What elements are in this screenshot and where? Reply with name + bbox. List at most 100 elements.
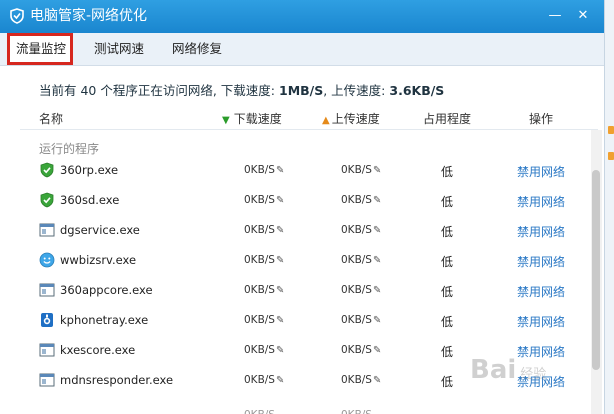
download-speed: 0KB/S✎ [244, 374, 284, 386]
tab-traffic-monitor[interactable]: 流量监控 [7, 33, 73, 65]
upload-speed: 0KB/S [341, 409, 372, 414]
column-header-usage[interactable]: 占用程度 [423, 110, 471, 127]
pencil-icon[interactable]: ✎ [276, 255, 284, 266]
pencil-icon[interactable]: ✎ [276, 195, 284, 206]
download-speed: 0KB/S✎ [244, 254, 284, 266]
upload-speed: 0KB/S✎ [341, 254, 381, 266]
watermark-brand: Bai [470, 355, 517, 385]
usage-level: 低 [441, 285, 454, 299]
process-name: 360appcore.exe [60, 283, 153, 297]
download-speed-value: 0KB/S [244, 314, 275, 326]
column-header-download[interactable]: ▼ 下载速度 [222, 110, 282, 127]
column-header-action: 操作 [529, 112, 554, 126]
pencil-icon[interactable]: ✎ [373, 375, 381, 386]
process-name: 360sd.exe [60, 193, 120, 207]
pencil-icon[interactable]: ✎ [373, 315, 381, 326]
pencil-icon[interactable]: ✎ [276, 225, 284, 236]
scrollbar[interactable] [591, 130, 602, 414]
table-row[interactable]: 360rp.exe 0KB/S✎ 0KB/S✎ 低禁用网络 [20, 155, 590, 185]
disable-network-link[interactable]: 禁用网络 [517, 163, 565, 180]
column-header-upload[interactable]: ▲ 上传速度 [322, 110, 380, 127]
pencil-icon[interactable]: ✎ [276, 315, 284, 326]
pencil-icon[interactable]: ✎ [276, 165, 284, 176]
upload-speed: 0KB/S✎ [341, 284, 381, 296]
blue-phone-icon [39, 312, 55, 328]
table-row[interactable]: wwbizsrv.exe 0KB/S✎ 0KB/S✎ 低禁用网络 [20, 245, 590, 275]
pencil-icon[interactable]: ✎ [276, 375, 284, 386]
upload-speed-value: 0KB/S [341, 374, 372, 386]
download-speed: 0KB/S✎ [244, 224, 284, 236]
download-speed-value: 0KB/S [244, 284, 275, 296]
upload-speed-value: 0KB/S [341, 284, 372, 296]
upload-speed: 0KB/S✎ [341, 194, 381, 206]
arrow-down-icon: ▼ [222, 115, 230, 126]
download-speed: 0KB/S✎ [244, 284, 284, 296]
usage-level: 低 [441, 255, 454, 269]
header-divider [20, 129, 598, 130]
download-speed: 0KB/S✎ [244, 314, 284, 326]
summary-middle: , 上传速度: [323, 83, 390, 98]
upload-speed: 0KB/S✎ [341, 224, 381, 236]
pencil-icon[interactable]: ✎ [373, 255, 381, 266]
table-row[interactable]: dgservice.exe 0KB/S✎ 0KB/S✎ 低禁用网络 [20, 215, 590, 245]
upload-speed-value: 0KB/S [341, 314, 372, 326]
window-icon [39, 222, 55, 238]
arrow-up-icon: ▲ [322, 115, 330, 126]
download-speed: 0KB/S✎ [244, 344, 284, 356]
process-name: wwbizsrv.exe [60, 253, 137, 267]
upload-speed-value: 0KB/S [341, 344, 372, 356]
download-speed-value: 0KB/S [244, 164, 275, 176]
pencil-icon[interactable]: ✎ [276, 285, 284, 296]
usage-level: 低 [441, 375, 454, 389]
tab-speed-test[interactable]: 测试网速 [94, 33, 144, 65]
download-speed: 0KB/S [244, 409, 275, 414]
download-speed-total: 1MB/S [279, 83, 324, 98]
disable-network-link[interactable]: 禁用网络 [517, 223, 565, 240]
table-row-partial[interactable]: 0KB/S 0KB/S [20, 400, 590, 414]
upload-speed: 0KB/S✎ [341, 374, 381, 386]
column-header-name[interactable]: 名称 [39, 110, 63, 127]
download-speed-value: 0KB/S [244, 224, 275, 236]
upload-speed: 0KB/S✎ [341, 344, 381, 356]
summary-prefix: 当前有 40 个程序正在访问网络, 下载速度: [39, 83, 279, 98]
pencil-icon[interactable]: ✎ [373, 165, 381, 176]
window-icon [39, 282, 55, 298]
process-name: kphonetray.exe [60, 313, 149, 327]
table-row[interactable]: 360appcore.exe 0KB/S✎ 0KB/S✎ 低禁用网络 [20, 275, 590, 305]
download-speed: 0KB/S✎ [244, 194, 284, 206]
column-header-download-label: 下载速度 [233, 112, 282, 126]
table-row[interactable]: kphonetray.exe 0KB/S✎ 0KB/S✎ 低禁用网络 [20, 305, 590, 335]
disable-network-link[interactable]: 禁用网络 [517, 193, 565, 210]
usage-level: 低 [441, 165, 454, 179]
pencil-icon[interactable]: ✎ [373, 225, 381, 236]
usage-level: 低 [441, 225, 454, 239]
usage-level: 低 [441, 195, 454, 209]
background-window-edge [604, 0, 614, 414]
pencil-icon[interactable]: ✎ [373, 285, 381, 296]
green-shield-icon [39, 192, 55, 208]
watermark-suffix: 经验 [520, 367, 547, 382]
download-speed-value: 0KB/S [244, 374, 275, 386]
pencil-icon[interactable]: ✎ [373, 345, 381, 356]
disable-network-link[interactable]: 禁用网络 [517, 253, 565, 270]
disable-network-link[interactable]: 禁用网络 [517, 313, 565, 330]
scrollbar-thumb[interactable] [592, 170, 600, 370]
network-optimizer-window: 电脑管家-网络优化 — ✕ 流量监控 测试网速 网络修复 当前有 40 个程序正… [0, 0, 604, 414]
pencil-icon[interactable]: ✎ [276, 345, 284, 356]
upload-speed-total: 3.6KB/S [389, 83, 445, 98]
tab-network-repair[interactable]: 网络修复 [172, 33, 222, 65]
baidu-watermark: Bai 经验 [470, 355, 546, 385]
usage-level: 低 [441, 345, 454, 359]
pencil-icon[interactable]: ✎ [373, 195, 381, 206]
disable-network-link[interactable]: 禁用网络 [517, 283, 565, 300]
shield-icon [10, 8, 24, 24]
close-button[interactable]: ✕ [573, 6, 593, 26]
window-icon [39, 342, 55, 358]
table-row[interactable]: 360sd.exe 0KB/S✎ 0KB/S✎ 低 禁用网络 [20, 185, 590, 215]
minimize-button[interactable]: — [545, 6, 565, 26]
green-shield-icon [39, 162, 55, 178]
window-icon [39, 372, 55, 388]
process-name: dgservice.exe [60, 223, 140, 237]
smiley-icon [39, 252, 55, 268]
download-speed-value: 0KB/S [244, 254, 275, 266]
